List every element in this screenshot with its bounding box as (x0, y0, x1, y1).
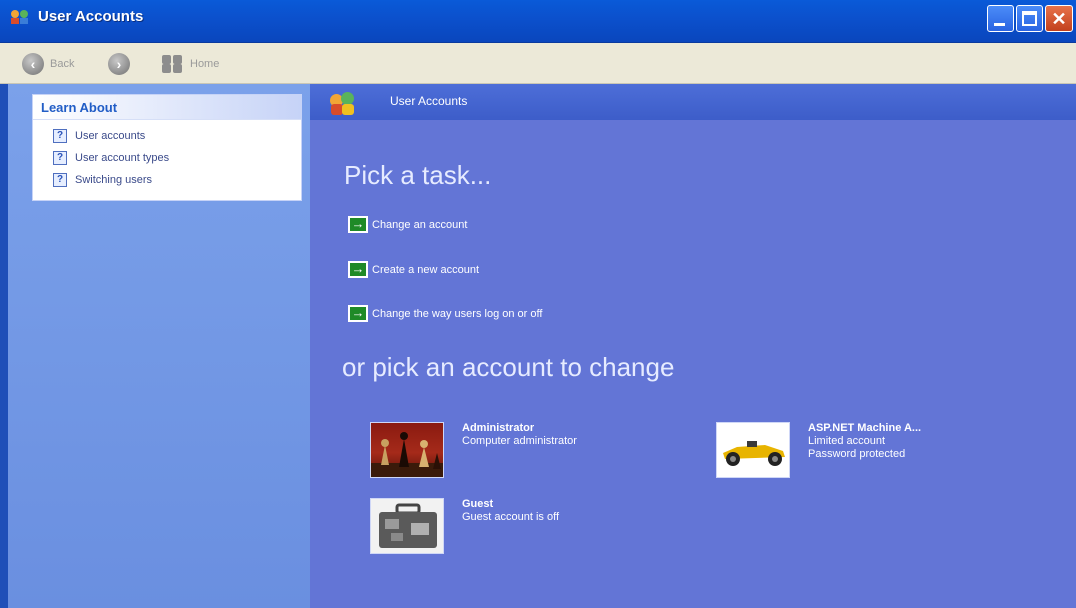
forward-button[interactable]: › (108, 52, 130, 76)
title-bar[interactable]: User Accounts ✕ (0, 0, 1076, 43)
account-name: Guest (462, 498, 494, 510)
account-name: Administrator (462, 422, 535, 434)
close-icon: ✕ (1051, 9, 1067, 29)
learn-link-label: User account types (75, 152, 170, 164)
task-change-logon[interactable]: → Change the way users log on or off (348, 305, 542, 322)
account-name: ASP.NET Machine A... (808, 422, 922, 434)
learn-link-switching-users[interactable]: ? Switching users (53, 169, 301, 191)
maximize-button[interactable] (1016, 5, 1043, 32)
main-header-title: User Accounts (390, 94, 468, 108)
maximize-icon (1022, 11, 1037, 26)
help-icon: ? (53, 151, 67, 165)
task-change-account[interactable]: → Change an account (348, 216, 467, 233)
learn-link-user-accounts[interactable]: ? User accounts (53, 125, 301, 147)
home-icon (162, 55, 184, 73)
chess-picture (370, 422, 444, 478)
account-status: Guest account is off (462, 511, 560, 523)
learn-link-label: User accounts (75, 130, 146, 142)
left-pane: Learn About ? User accounts ? User accou… (8, 84, 310, 608)
task-label: Create a new account (372, 263, 480, 276)
help-icon: ? (53, 173, 67, 187)
home-button[interactable]: Home (162, 52, 219, 76)
green-arrow-icon: → (348, 261, 368, 278)
close-button[interactable]: ✕ (1045, 5, 1073, 32)
main-header: User Accounts (310, 84, 1076, 120)
back-button[interactable]: ‹ Back (22, 52, 74, 76)
green-arrow-icon: → (348, 216, 368, 233)
task-label: Change the way users log on or off (372, 307, 543, 320)
help-icon: ? (53, 129, 67, 143)
pick-task-heading: Pick a task... (344, 160, 492, 190)
navigation-toolbar: ‹ Back › Home (0, 43, 1076, 84)
account-administrator[interactable]: Administrator Computer administrator (370, 422, 577, 478)
window-title: User Accounts (38, 8, 144, 25)
briefcase-picture (370, 498, 444, 554)
forward-arrow-icon: › (108, 53, 130, 75)
learn-about-panel: Learn About ? User accounts ? User accou… (32, 94, 302, 201)
main-content: User Accounts Pick a task... → Change an… (310, 84, 1076, 608)
account-aspnet[interactable]: ASP.NET Machine A... Limited account Pas… (716, 422, 921, 478)
user-accounts-icon (10, 9, 30, 25)
back-arrow-icon: ‹ (22, 53, 44, 75)
learn-link-account-types[interactable]: ? User account types (53, 147, 301, 169)
users-icon (330, 92, 356, 116)
green-arrow-icon: → (348, 305, 368, 322)
account-guest[interactable]: Guest Guest account is off (370, 498, 559, 554)
home-label: Home (190, 58, 220, 70)
minimize-icon (994, 23, 1005, 26)
account-type: Computer administrator (462, 435, 577, 447)
back-label: Back (50, 58, 75, 70)
account-type: Limited account (808, 435, 886, 447)
learn-link-label: Switching users (75, 174, 153, 186)
task-label: Change an account (372, 218, 468, 231)
account-status: Password protected (808, 448, 906, 460)
task-create-account[interactable]: → Create a new account (348, 261, 479, 278)
learn-about-heading: Learn About (33, 95, 301, 120)
race-car-picture (716, 422, 790, 478)
minimize-button[interactable] (987, 5, 1014, 32)
pick-account-heading: or pick an account to change (342, 352, 675, 382)
